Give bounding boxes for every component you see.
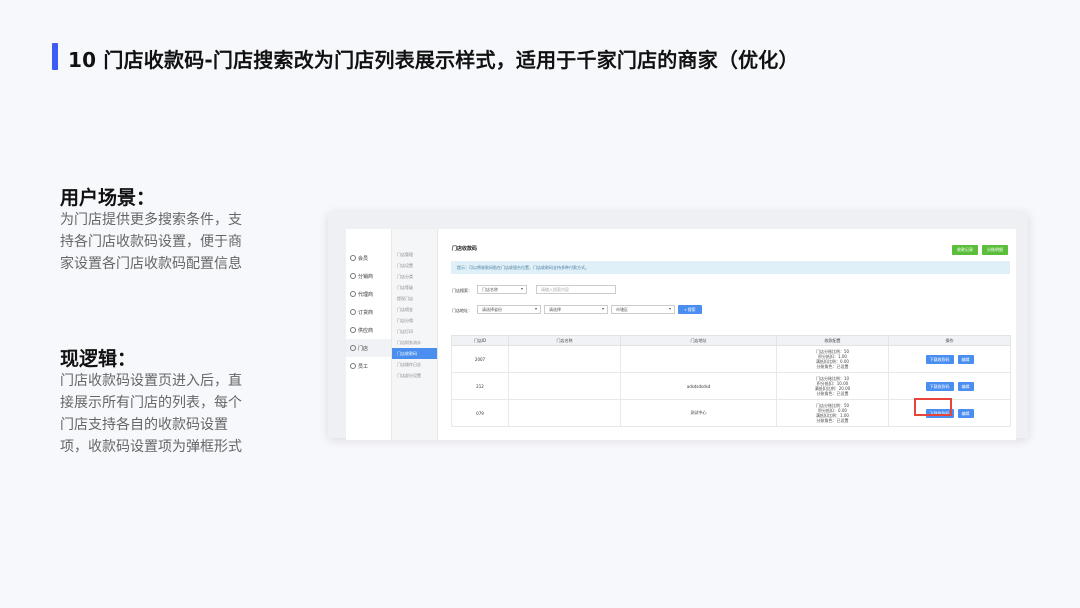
- nav2-item[interactable]: 门店打印: [392, 326, 437, 337]
- edit-button[interactable]: 编辑: [957, 354, 974, 364]
- nav2-item[interactable]: 门店分佣: [392, 315, 437, 326]
- store-icon: [350, 345, 356, 351]
- cell-address: adsdsdsdsd: [620, 372, 777, 400]
- table-row: 2007 门店分账比例：50 积分抵扣：1.00 满抵扣比例：0.00 分账角色：已设置…: [451, 345, 1011, 373]
- nav1-item-label: 供应商: [358, 327, 374, 334]
- search-button[interactable]: ⌕ 搜索: [678, 305, 702, 314]
- cell-actions: 下载收款码 编辑: [888, 345, 1011, 373]
- nav1-item[interactable]: 分销商: [346, 267, 391, 285]
- scene-body: 为门店提供更多搜索条件，支持各门店收款码设置，便于商家设置各门店收款码配置信息: [60, 212, 242, 272]
- config-rule: 分账角色：已设置: [816, 391, 849, 396]
- nav2-item[interactable]: 提现门店: [392, 293, 437, 304]
- content-title: 门店收款码: [452, 246, 478, 252]
- cell-config: 门店分账比例：50 积分抵扣：0.00 满抵扣比例：1.00 分账角色：已设置: [776, 399, 889, 427]
- user-icon: [350, 309, 356, 315]
- user-icon: [350, 273, 356, 279]
- store-search-field-select[interactable]: 门店名称: [477, 285, 527, 294]
- logic-body: 门店收款码设置页进入后，直接展示所有门店的列表，每个门店支持各自的收款码设置项，…: [60, 373, 242, 455]
- nav1-item-label: 分销商: [358, 273, 374, 280]
- table-row: 212 adsdsdsdsd 门店分账比例：10 积分抵扣：10.00 满抵扣比例：20…: [451, 372, 1011, 400]
- nav2-item[interactable]: 门店设置: [392, 260, 437, 271]
- nav1-item-label: 员工: [358, 363, 369, 370]
- store-search-label: 门店搜索：: [452, 288, 472, 293]
- cell-address: [620, 345, 777, 373]
- cell-actions: 下载收款码 编辑: [888, 372, 1011, 400]
- cell-name: [508, 372, 621, 400]
- table-header: 门店地址: [620, 335, 777, 346]
- download-qr-button[interactable]: 下载收款码: [925, 354, 954, 364]
- cell-name: [508, 345, 621, 373]
- edit-button[interactable]: 编辑: [957, 381, 974, 391]
- cell-config: 门店分账比例：10 积分抵扣：10.00 满抵扣比例：20.00 分账角色：已设置: [776, 372, 889, 400]
- nav2-item[interactable]: 门店分类: [392, 271, 437, 282]
- table-header: 操作: [888, 335, 1011, 346]
- search-button-label: 搜索: [687, 306, 696, 312]
- nav2-item[interactable]: 门店管理: [392, 249, 437, 260]
- download-button-highlight: [914, 398, 952, 416]
- nav1-item[interactable]: 供应商: [346, 321, 391, 339]
- cell-id: 2007: [451, 345, 509, 373]
- split-detail-button[interactable]: 分账明细: [982, 245, 1008, 255]
- table-header: 门店ID: [451, 335, 509, 346]
- nav1-item-label: 订货商: [358, 309, 374, 316]
- nav1-item-label: 代理商: [358, 291, 374, 298]
- nav1-item-label: 门店: [358, 345, 369, 352]
- table-header: 收款配置: [776, 335, 889, 346]
- nav2-item[interactable]: 门店等级: [392, 282, 437, 293]
- download-qr-button[interactable]: 下载收款码: [925, 381, 954, 391]
- nav1-item[interactable]: 代理商: [346, 285, 391, 303]
- config-rule: 分账角色：已设置: [816, 364, 849, 369]
- cell-id: 212: [451, 372, 509, 400]
- nav1-item[interactable]: 员工: [346, 357, 391, 375]
- table-header: 门店名称: [508, 335, 621, 346]
- primary-nav: 会员分销商代理商订货商供应商门店员工: [346, 229, 392, 440]
- scene-heading: 用户场景：: [60, 187, 156, 209]
- search-icon: ⌕: [684, 307, 687, 312]
- nav1-item[interactable]: 订货商: [346, 303, 391, 321]
- nav2-item[interactable]: 门店收款码: [392, 348, 437, 359]
- nav2-item[interactable]: 门店部分设置: [392, 370, 437, 381]
- province-select[interactable]: 请选择省份: [477, 305, 541, 314]
- user-icon: [350, 327, 356, 333]
- user-icon: [350, 363, 356, 369]
- slide-title: 10 门店收款码-门店搜索改为门店列表展示样式，适用于千家门店的商家（优化）: [68, 48, 799, 72]
- config-rule: 分账角色：已设置: [816, 418, 849, 423]
- city-select[interactable]: 请选择: [544, 305, 608, 314]
- notice-banner: 提示：可以将收款码贴在门店收银台位置，门店收款码支持多种付款方式。: [451, 261, 1010, 274]
- user-icon: [350, 291, 356, 297]
- logic-heading: 现逻辑：: [60, 348, 137, 370]
- store-address-label: 门店地址：: [452, 308, 472, 313]
- nav1-item[interactable]: 门店: [346, 339, 391, 357]
- title-accent-bar: [52, 43, 58, 70]
- store-search-input[interactable]: 请输入搜索内容: [536, 285, 616, 294]
- nav2-item[interactable]: 门店佣金: [392, 304, 437, 315]
- cell-config: 门店分账比例：50 积分抵扣：1.00 满抵扣比例：0.00 分账角色：已设置: [776, 345, 889, 373]
- cell-id: 079: [451, 399, 509, 427]
- cell-address: 测试中心: [620, 399, 777, 427]
- cell-name: [508, 399, 621, 427]
- nav2-item[interactable]: 门店财务流水: [392, 337, 437, 348]
- nav1-item[interactable]: 会员: [346, 249, 391, 267]
- nav1-item-label: 会员: [358, 255, 369, 262]
- payment-record-button[interactable]: 收款记录: [952, 245, 978, 255]
- secondary-nav: 门店管理 门店设置 门店分类 门店等级 提现门店 门店佣金 门店分佣 门店打印 门店财务流水 门店…: [392, 229, 438, 440]
- user-icon: [350, 255, 356, 261]
- district-select[interactable]: 市辖区: [611, 305, 675, 314]
- edit-button[interactable]: 编辑: [957, 408, 974, 418]
- nav2-item[interactable]: 门店操作日志: [392, 359, 437, 370]
